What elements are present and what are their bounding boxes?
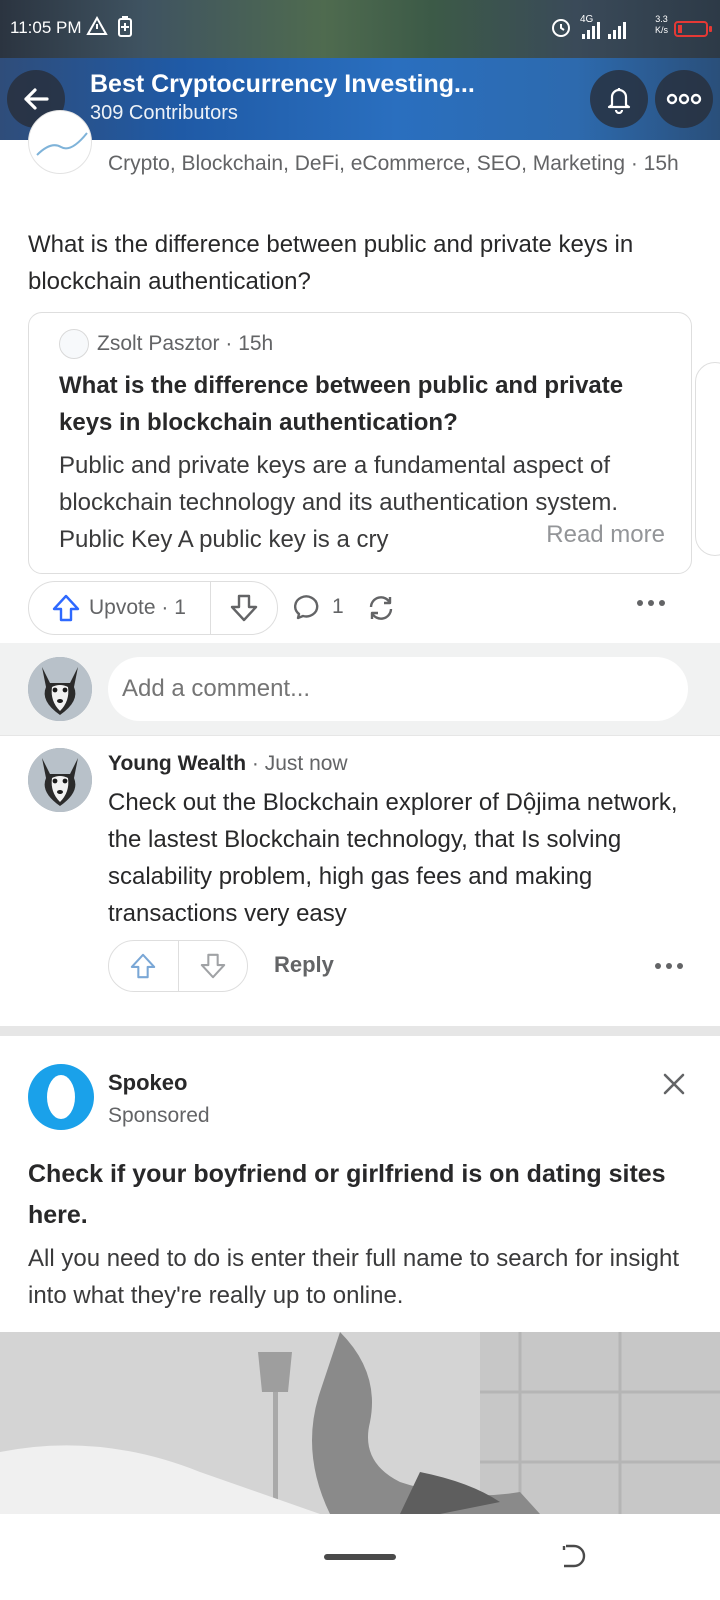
downvote-arrow-icon (200, 953, 225, 979)
close-icon (663, 1073, 685, 1095)
read-more-link[interactable]: Read more (476, 521, 665, 549)
speed-unit: K/s (654, 25, 668, 35)
author-avatar[interactable] (28, 110, 92, 174)
upvote-label: Upvote · 1 (89, 596, 186, 619)
post-question[interactable]: What is the difference between public an… (28, 226, 698, 300)
comment-upvote-button[interactable] (109, 941, 179, 991)
space-header: Best Cryptocurrency Investing... 309 Con… (0, 58, 720, 140)
warning-icon (86, 15, 108, 42)
battery-icon (674, 21, 712, 37)
more-horizontal-icon (666, 93, 702, 105)
comment-overflow-button[interactable] (654, 958, 684, 976)
user-avatar (28, 657, 92, 721)
comment-text: Check out the Blockchain explorer of Dộj… (108, 789, 678, 927)
alarm-icon (549, 15, 573, 44)
shared-author-name: Zsolt Pasztor · 15h (97, 332, 274, 355)
add-comment-bar (0, 643, 720, 735)
vote-pill: Upvote · 1 (28, 581, 278, 635)
spokeo-logo[interactable] (28, 1064, 94, 1130)
post-overflow-button[interactable] (636, 595, 666, 613)
arrow-left-icon (24, 88, 49, 110)
sponsored-label: Sponsored (108, 1104, 210, 1127)
downvote-arrow-icon (230, 594, 258, 622)
home-gesture-bar[interactable] (324, 1554, 396, 1560)
close-ad-button[interactable] (662, 1072, 686, 1101)
comment-bubble-icon (294, 595, 319, 620)
shared-answer-card[interactable]: Zsolt Pasztor · 15h What is the differen… (28, 312, 692, 574)
system-navigation-bar (0, 1514, 720, 1600)
speed-value: 3.3 (655, 14, 668, 24)
battery-saver-icon (116, 15, 134, 44)
downvote-button[interactable] (211, 582, 277, 634)
commenter-avatar[interactable] (28, 748, 92, 812)
upvote-button[interactable]: Upvote · 1 (29, 582, 211, 634)
more-horizontal-icon (655, 963, 683, 969)
back-gesture-icon (562, 1544, 586, 1568)
system-back-button[interactable] (560, 1542, 586, 1575)
ad-brand-name[interactable]: Spokeo (108, 1070, 187, 1096)
more-options-button[interactable] (655, 70, 713, 128)
page-title: Best Cryptocurrency Investing... (90, 70, 475, 98)
status-bar: 11:05 PM 4G 3.3 K/s (0, 0, 720, 58)
comment-header: Young Wealth · Just now (108, 752, 348, 776)
network-speed: 3.3 K/s (655, 14, 668, 36)
bell-icon (607, 88, 631, 114)
comment-downvote-button[interactable] (179, 941, 248, 991)
next-card-peek[interactable] (695, 362, 720, 556)
shared-answer-title: What is the difference between public an… (59, 372, 624, 436)
status-time: 11:05 PM (10, 18, 82, 37)
comment-count: 1 (332, 595, 344, 618)
signal-icon (580, 20, 632, 45)
share-button[interactable] (366, 593, 396, 628)
comment-vote-pill (108, 940, 248, 992)
commenter-name[interactable]: Young Wealth (108, 752, 246, 775)
ad-description: All you need to do is enter their full n… (28, 1245, 680, 1309)
reshare-icon (369, 596, 393, 620)
shared-author-avatar (59, 329, 89, 359)
ad-photo (0, 1332, 720, 1514)
comment-item: Young Wealth · Just now Check out the Bl… (0, 735, 720, 1007)
shared-answer-author[interactable]: Zsolt Pasztor · 15h (59, 329, 273, 359)
chart-thumbnail-icon (36, 132, 88, 156)
ad-headline[interactable]: Check if your boyfriend or girlfriend is… (28, 1154, 688, 1236)
reply-button[interactable]: Reply (274, 952, 334, 978)
contributors-count[interactable]: 309 Contributors (90, 102, 238, 125)
post-actions: Upvote · 1 1 (28, 581, 708, 635)
comment-input[interactable] (108, 657, 688, 721)
comment-time: · Just now (246, 752, 348, 775)
more-horizontal-icon (637, 600, 665, 606)
husky-avatar-icon (28, 748, 92, 812)
notifications-button[interactable] (590, 70, 648, 128)
author-meta: Crypto, Blockchain, DeFi, eCommerce, SEO… (108, 152, 679, 175)
section-divider (0, 1026, 720, 1036)
ad-image[interactable] (0, 1332, 720, 1514)
upvote-arrow-icon (52, 594, 80, 622)
comments-button[interactable]: 1 (294, 593, 344, 621)
upvote-arrow-icon (131, 953, 156, 979)
husky-avatar-icon (28, 657, 92, 721)
